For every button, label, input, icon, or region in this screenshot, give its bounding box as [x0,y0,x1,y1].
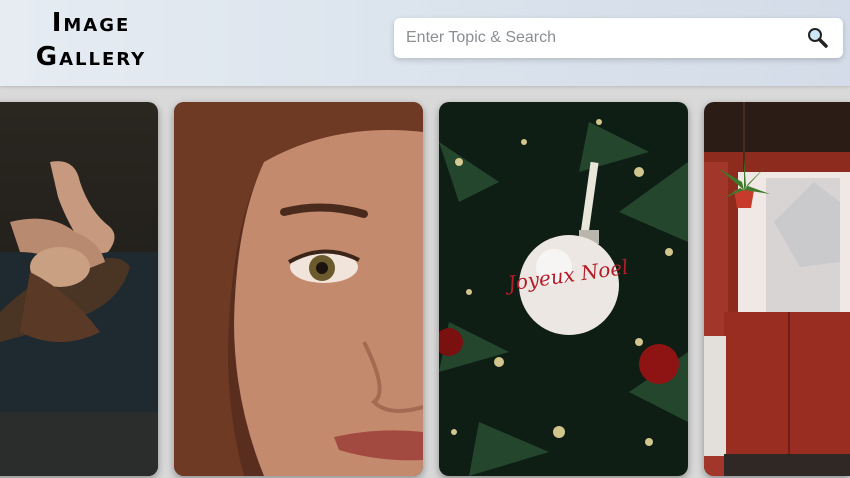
photo-woman-face [174,102,423,476]
search-bar [394,18,843,58]
gallery-image[interactable] [174,102,423,476]
image-gallery: Joyeux Noel [0,102,850,476]
search-button[interactable] [805,26,829,50]
photo-woman-lying [0,102,158,476]
logo-line-2: Gallery [35,42,147,72]
gallery-image[interactable]: Joyeux Noel [439,102,688,476]
search-input[interactable] [394,18,786,58]
magnifier-icon [808,28,828,48]
header: Image Gallery [0,0,850,86]
logo-line-1: Image [51,8,131,38]
gallery-image[interactable] [0,102,158,476]
gallery-image[interactable] [704,102,850,476]
photo-red-doorway [704,102,850,476]
photo-christmas-ornament: Joyeux Noel [439,102,688,476]
site-logo[interactable]: Image Gallery [6,6,176,74]
